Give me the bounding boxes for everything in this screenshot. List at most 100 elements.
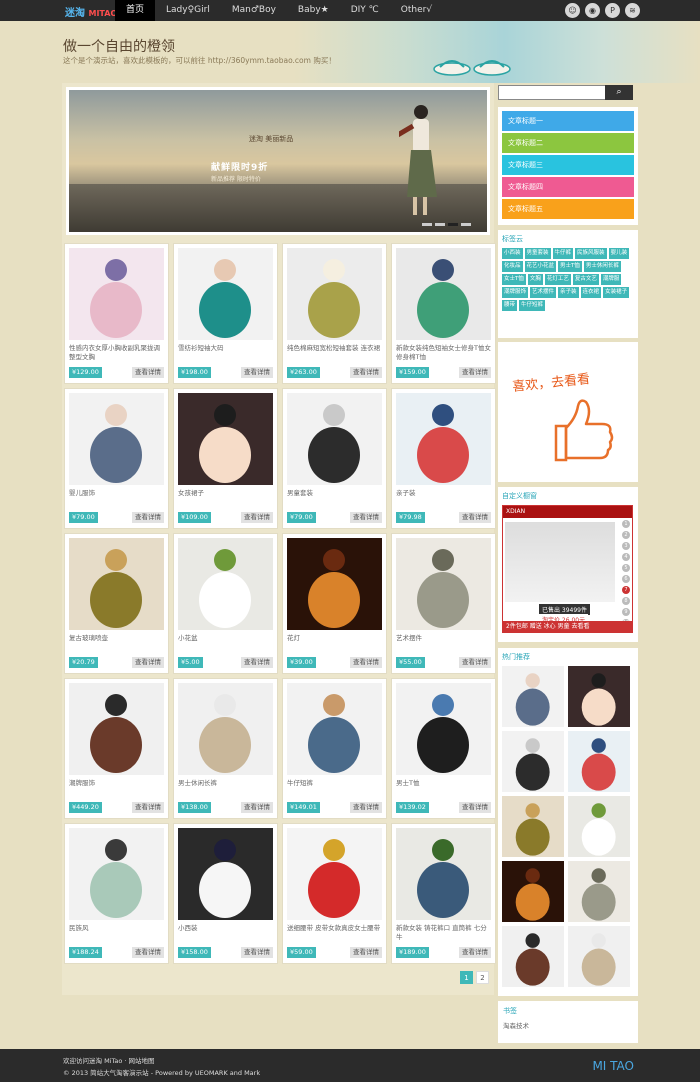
product-card[interactable]: 潮牌服饰 ¥449.20 查看详情	[64, 678, 169, 819]
showcase-index-dot[interactable]: 3	[622, 542, 630, 550]
product-card[interactable]: 艺术摆件 ¥55.00 查看详情	[391, 533, 496, 674]
product-name[interactable]: 新款女装 铸花裤口 直筒裤 七分牛	[396, 924, 491, 942]
product-image[interactable]	[178, 393, 273, 485]
category-item[interactable]: 文章标题三	[502, 155, 634, 175]
tag-item[interactable]: 民族风服装	[575, 248, 607, 259]
product-image[interactable]	[178, 248, 273, 340]
tag-item[interactable]: 文胸	[527, 274, 543, 285]
product-name[interactable]: 复古玻璃喷壶	[69, 634, 164, 652]
slider-dot-active[interactable]	[448, 223, 458, 226]
tag-item[interactable]: 婴儿装	[608, 248, 630, 259]
product-name[interactable]: 新款女装纯色短袖女士修身T恤女修身棉T恤	[396, 344, 491, 362]
site-title[interactable]: 做一个自由的橙领	[63, 36, 175, 56]
view-detail-button[interactable]: 查看详情	[132, 802, 164, 813]
product-card[interactable]: 女孩裙子 ¥109.00 查看详情	[173, 388, 278, 529]
showcase-bar[interactable]: 2件包邮 赠送 冰心 男童 去看看	[503, 621, 632, 632]
view-detail-button[interactable]: 查看详情	[459, 657, 491, 668]
product-image[interactable]	[178, 683, 273, 775]
product-image[interactable]	[287, 393, 382, 485]
tag-item[interactable]: 女士T恤	[502, 274, 526, 285]
tag-item[interactable]: 连衣裙	[580, 287, 602, 298]
nav-item-baby[interactable]: Baby★	[287, 0, 340, 21]
category-item[interactable]: 文章标题五	[502, 199, 634, 219]
hot-item-image[interactable]	[502, 926, 564, 987]
banner-image[interactable]: 迷淘 美丽新品 献鲜限时9折 新品推荐 限时特价	[69, 90, 487, 232]
showcase-widget[interactable]: XDIAN 12345678910 已售出 39499件 淘宝价 26.00元 …	[502, 505, 633, 633]
nav-item-diy[interactable]: DIY ℃	[340, 0, 390, 21]
footer-links[interactable]: 欢迎访问迷淘 MiTao · 网站地图	[63, 1055, 155, 1065]
product-card[interactable]: 民族风 ¥188.24 查看详情	[64, 823, 169, 964]
nav-item-man[interactable]: Man♂Boy	[221, 0, 287, 21]
product-name[interactable]: 男童套装	[287, 489, 382, 507]
page-2-button[interactable]: 2	[476, 971, 489, 984]
tag-item[interactable]: 女装裙子	[603, 287, 630, 298]
eye-icon[interactable]: ◉	[585, 3, 600, 18]
product-image[interactable]	[69, 538, 164, 630]
tag-item[interactable]: 男士休闲长裤	[583, 261, 621, 272]
product-image[interactable]	[178, 538, 273, 630]
view-detail-button[interactable]: 查看详情	[350, 367, 382, 378]
view-detail-button[interactable]: 查看详情	[459, 512, 491, 523]
showcase-index-dot[interactable]: 8	[622, 597, 630, 605]
product-name[interactable]: 牛仔短裤	[287, 779, 382, 797]
product-card[interactable]: 小西装 ¥158.00 查看详情	[173, 823, 278, 964]
showcase-index-dot[interactable]: 5	[622, 564, 630, 572]
bookmark-link[interactable]: 淘森技术	[503, 1020, 633, 1030]
site-logo[interactable]: 迷淘 MITAO	[65, 4, 117, 19]
product-name[interactable]: 小花盆	[178, 634, 273, 652]
product-image[interactable]	[69, 683, 164, 775]
view-detail-button[interactable]: 查看详情	[132, 367, 164, 378]
tag-item[interactable]: 潮牌服饰	[502, 287, 529, 298]
view-detail-button[interactable]: 查看详情	[350, 947, 382, 958]
product-image[interactable]	[69, 393, 164, 485]
showcase-index-dot[interactable]: 6	[622, 575, 630, 583]
hot-item-image[interactable]	[568, 861, 630, 922]
search-input[interactable]	[498, 85, 606, 100]
product-name[interactable]: 雪纺衫短袖大码	[178, 344, 273, 362]
product-image[interactable]	[396, 538, 491, 630]
hot-item-image[interactable]	[502, 861, 564, 922]
view-detail-button[interactable]: 查看详情	[241, 947, 273, 958]
tag-item[interactable]: 男童套装	[524, 248, 551, 259]
search-button[interactable]: ⌕	[605, 85, 633, 100]
hot-item-image[interactable]	[568, 731, 630, 792]
product-card[interactable]: 小花盆 ¥5.00 查看详情	[173, 533, 278, 674]
product-name[interactable]: 纯色棉麻短宽松短袖套装 连衣裙	[287, 344, 382, 362]
rss-icon[interactable]: ≋	[625, 3, 640, 18]
tag-item[interactable]: 男士T恤	[558, 261, 582, 272]
product-image[interactable]	[287, 248, 382, 340]
product-card[interactable]: 复古玻璃喷壶 ¥20.79 查看详情	[64, 533, 169, 674]
product-image[interactable]	[69, 248, 164, 340]
showcase-index-dot[interactable]: 2	[622, 531, 630, 539]
product-card[interactable]: 牛仔短裤 ¥149.01 查看详情	[282, 678, 387, 819]
product-card[interactable]: 雪纺衫短袖大码 ¥198.00 查看详情	[173, 243, 278, 384]
product-name[interactable]: 小西装	[178, 924, 273, 942]
product-name[interactable]: 男士T恤	[396, 779, 491, 797]
showcase-index-dot[interactable]: 7	[622, 586, 630, 594]
view-detail-button[interactable]: 查看详情	[132, 512, 164, 523]
product-image[interactable]	[287, 538, 382, 630]
product-image[interactable]	[287, 828, 382, 920]
banner-slider[interactable]: 迷淘 美丽新品 献鲜限时9折 新品推荐 限时特价	[66, 87, 490, 235]
category-item[interactable]: 文章标题四	[502, 177, 634, 197]
view-detail-button[interactable]: 查看详情	[350, 512, 382, 523]
product-card[interactable]: 婴儿服饰 ¥79.00 查看详情	[64, 388, 169, 529]
qq-icon[interactable]: ☺	[565, 3, 580, 18]
view-detail-button[interactable]: 查看详情	[241, 802, 273, 813]
tag-item[interactable]: 牛仔短裤	[519, 300, 546, 311]
slider-dot[interactable]	[422, 223, 432, 226]
product-name[interactable]: 性感内衣女厚小胸收副乳聚拢调整型文胸	[69, 344, 164, 362]
showcase-index-dot[interactable]: 9	[622, 608, 630, 616]
product-name[interactable]: 艺术摆件	[396, 634, 491, 652]
view-detail-button[interactable]: 查看详情	[350, 802, 382, 813]
product-image[interactable]	[69, 828, 164, 920]
view-detail-button[interactable]: 查看详情	[241, 657, 273, 668]
view-detail-button[interactable]: 查看详情	[459, 802, 491, 813]
hot-item-image[interactable]	[568, 926, 630, 987]
product-name[interactable]: 男士休闲长裤	[178, 779, 273, 797]
product-card[interactable]: 男士休闲长裤 ¥138.00 查看详情	[173, 678, 278, 819]
product-image[interactable]	[178, 828, 273, 920]
view-detail-button[interactable]: 查看详情	[350, 657, 382, 668]
product-card[interactable]: 送细腰带 皮带女款真皮女士腰带 ¥59.00 查看详情	[282, 823, 387, 964]
product-image[interactable]	[396, 828, 491, 920]
